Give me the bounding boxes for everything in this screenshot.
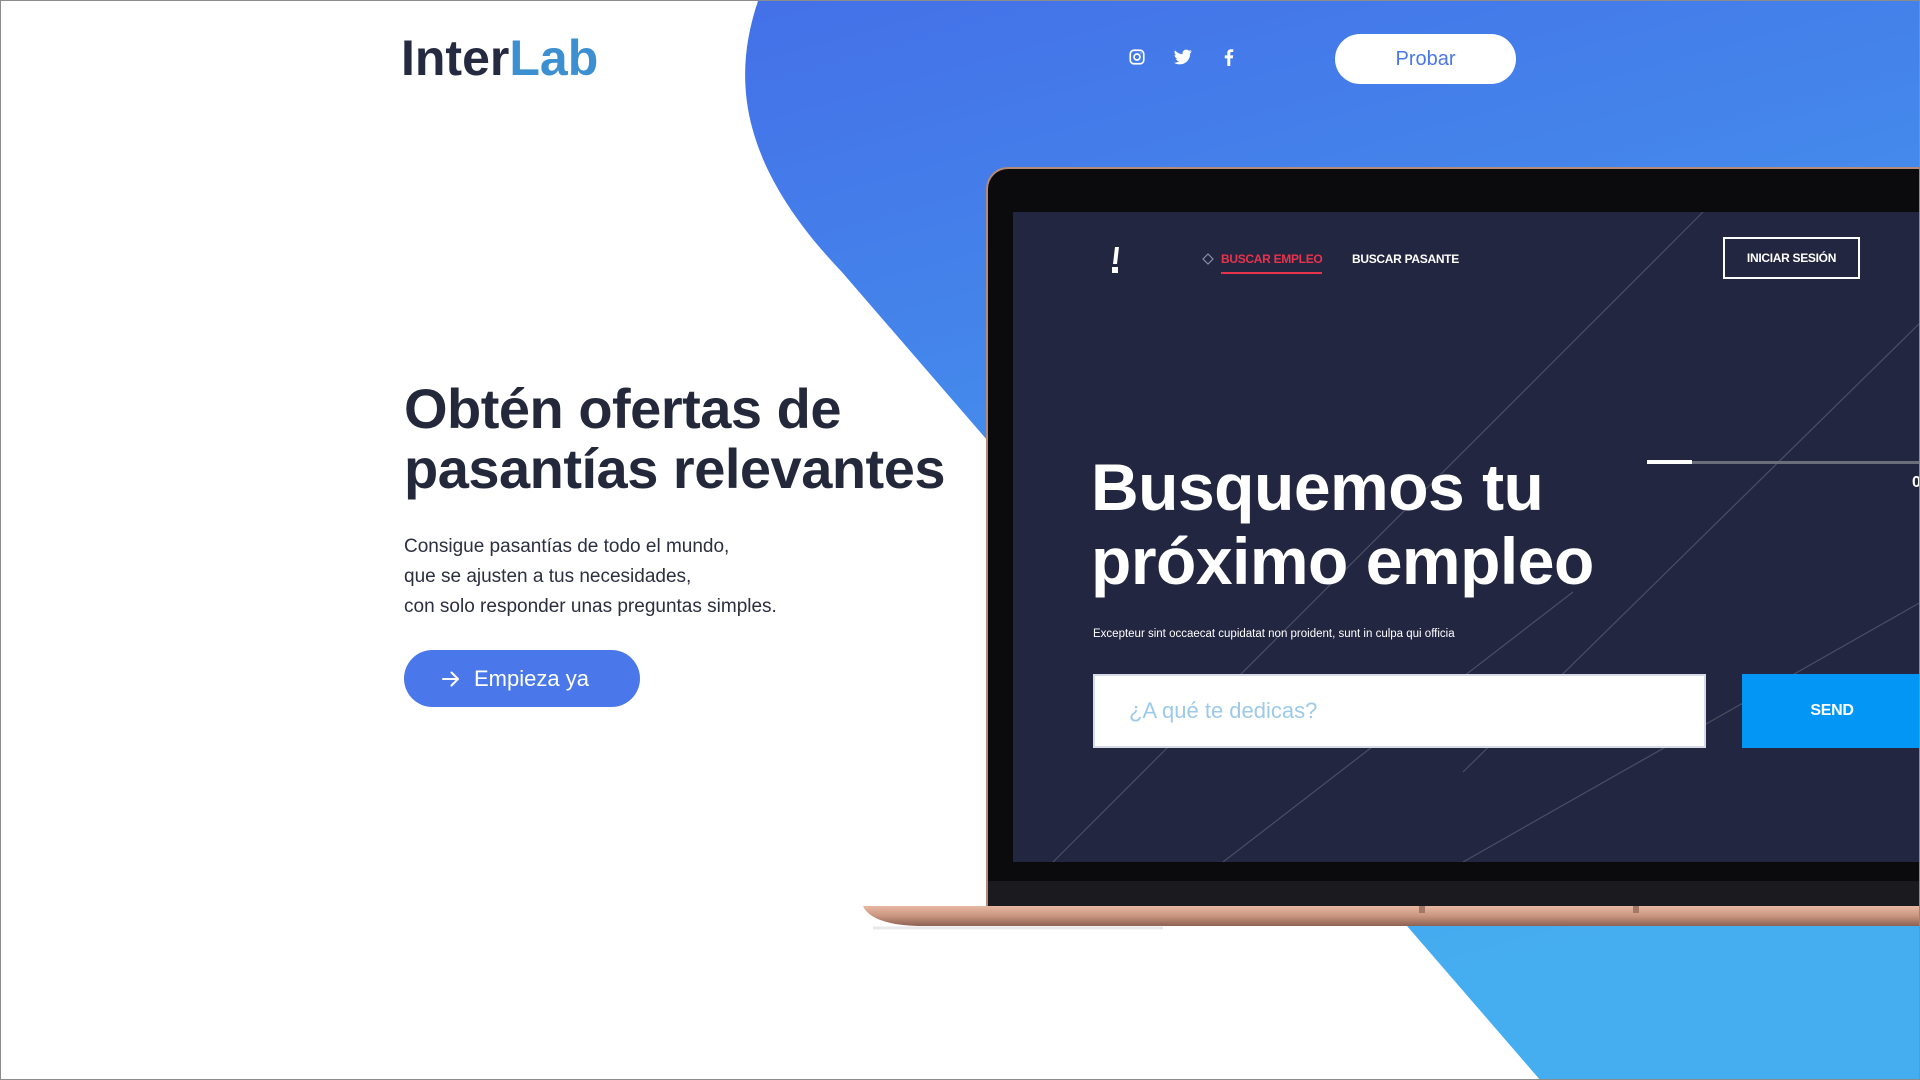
send-button[interactable]: SEND: [1742, 674, 1919, 748]
tab-buscar-empleo[interactable]: BUSCAR EMPLEO: [1221, 252, 1323, 274]
brand-name-part1: Inter: [401, 30, 510, 86]
hero-desc-line2: que se ajusten a tus necesidades,: [404, 566, 692, 587]
hero-desc-line1: Consigue pasantías de todo el mundo,: [404, 536, 730, 557]
laptop-screen: BUSCAR EMPLEO BUSCAR PASANTE INICIAR SES…: [1013, 212, 1919, 862]
search-input[interactable]: [1093, 674, 1706, 748]
probar-button[interactable]: Probar: [1335, 34, 1516, 84]
hero-title-line2: pasantías relevantes: [404, 437, 945, 500]
brand-logo[interactable]: InterLab: [401, 29, 598, 87]
facebook-icon[interactable]: [1219, 47, 1239, 67]
instagram-icon[interactable]: [1127, 47, 1147, 67]
empieza-ya-button[interactable]: Empieza ya: [404, 650, 640, 707]
landing-page: InterLab Probar Obtén ofertas de pasantí…: [0, 0, 1920, 1080]
twitter-icon[interactable]: [1173, 47, 1193, 67]
social-links: [1127, 47, 1239, 67]
screen-title-line2: próximo empleo: [1091, 524, 1594, 598]
hero-title: Obtén ofertas de pasantías relevantes: [404, 379, 1004, 499]
hero-title-line1: Obtén ofertas de: [404, 377, 841, 440]
empieza-ya-label: Empieza ya: [474, 665, 589, 691]
slide-number: 0: [1912, 474, 1919, 492]
tab-buscar-pasante[interactable]: BUSCAR PASANTE: [1352, 252, 1459, 266]
screen-title-line1: Busquemos tu: [1091, 450, 1544, 524]
screen-title: Busquemos tu próximo empleo: [1091, 450, 1651, 598]
hero-desc-line3: con solo responder unas preguntas simple…: [404, 596, 777, 617]
screen-logo-icon[interactable]: [1112, 247, 1120, 273]
screen-subtitle: Excepteur sint occaecat cupidatat non pr…: [1093, 628, 1455, 640]
screen-nav: BUSCAR EMPLEO BUSCAR PASANTE INICIAR SES…: [1013, 212, 1919, 312]
brand-name-part2: Lab: [509, 30, 599, 86]
arrow-right-icon: [442, 671, 459, 686]
diamond-icon: [1202, 253, 1214, 265]
hero-description: Consigue pasantías de todo el mundo, que…: [404, 532, 924, 622]
slider-active-segment[interactable]: [1647, 460, 1692, 464]
laptop-base: [863, 906, 1919, 930]
iniciar-sesion-button[interactable]: INICIAR SESIÓN: [1723, 237, 1860, 279]
